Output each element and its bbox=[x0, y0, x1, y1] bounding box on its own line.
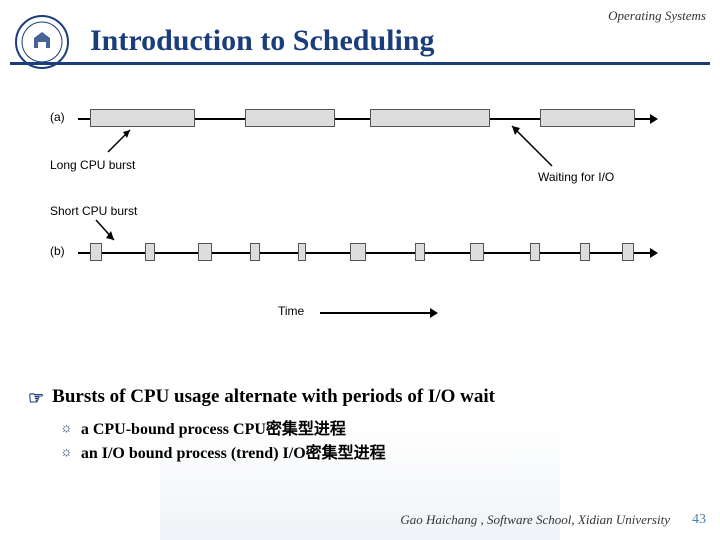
label-short-burst: Short CPU burst bbox=[50, 204, 137, 218]
bullet-content: ☞ Bursts of CPU usage alternate with per… bbox=[28, 386, 692, 466]
burst-diagram: (a) Long CPU burst Waiting for I/O Short… bbox=[50, 100, 670, 360]
io-burst bbox=[350, 243, 366, 261]
io-burst bbox=[580, 243, 590, 261]
sub-bullet-text: a CPU-bound process CPU密集型进程 bbox=[81, 418, 346, 442]
sub-bullet: ☼ an I/O bound process (trend) I/O密集型进程 bbox=[60, 442, 692, 466]
row-b-label: (b) bbox=[50, 244, 65, 258]
sub-bullet-list: ☼ a CPU-bound process CPU密集型进程 ☼ an I/O … bbox=[60, 418, 692, 466]
header-divider bbox=[10, 62, 710, 65]
time-arrow bbox=[320, 312, 430, 314]
io-burst bbox=[198, 243, 212, 261]
footer-credit: Gao Haichang , Software School, Xidian U… bbox=[400, 512, 670, 528]
cpu-burst bbox=[90, 109, 195, 127]
arrow-long-burst bbox=[100, 128, 140, 158]
arrow-waiting-io bbox=[502, 122, 562, 172]
io-burst bbox=[530, 243, 540, 261]
label-time: Time bbox=[278, 304, 304, 318]
main-bullet-text: Bursts of CPU usage alternate with perio… bbox=[52, 386, 495, 408]
row-a-label: (a) bbox=[50, 110, 65, 124]
course-label: Operating Systems bbox=[608, 8, 706, 24]
cpu-burst bbox=[245, 109, 335, 127]
io-burst bbox=[250, 243, 260, 261]
io-burst bbox=[145, 243, 155, 261]
sub-bullet: ☼ a CPU-bound process CPU密集型进程 bbox=[60, 418, 692, 442]
slide-title: Introduction to Scheduling bbox=[90, 24, 435, 58]
main-bullet: ☞ Bursts of CPU usage alternate with per… bbox=[28, 386, 692, 410]
arrow-short-burst bbox=[90, 218, 120, 244]
label-long-burst: Long CPU burst bbox=[50, 158, 135, 172]
io-burst bbox=[415, 243, 425, 261]
sun-icon: ☼ bbox=[60, 442, 73, 466]
io-burst bbox=[90, 243, 102, 261]
label-waiting-io: Waiting for I/O bbox=[538, 170, 614, 184]
io-burst bbox=[470, 243, 484, 261]
pointer-icon: ☞ bbox=[28, 386, 44, 410]
io-burst bbox=[298, 243, 306, 261]
cpu-burst bbox=[370, 109, 490, 127]
io-burst bbox=[622, 243, 634, 261]
sun-icon: ☼ bbox=[60, 418, 73, 442]
page-number: 43 bbox=[692, 512, 706, 528]
sub-bullet-text: an I/O bound process (trend) I/O密集型进程 bbox=[81, 442, 386, 466]
